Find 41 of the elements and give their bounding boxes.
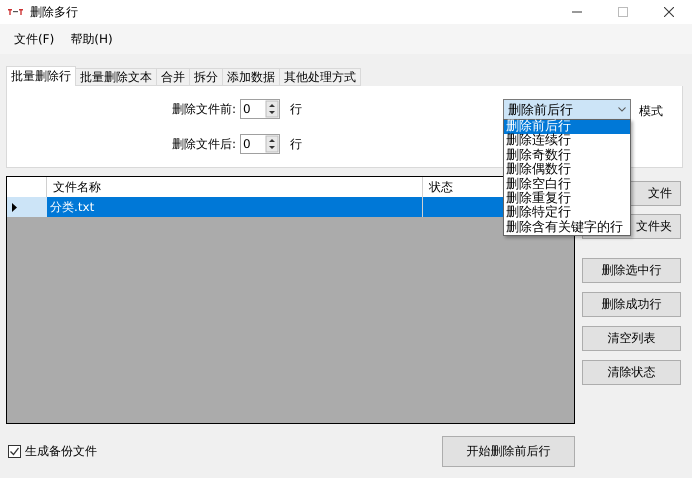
start-button[interactable]: 开始删除前后行 — [442, 436, 575, 467]
row-header-corner — [7, 177, 47, 197]
field-label: 删除文件后: — [170, 136, 236, 152]
close-icon — [664, 7, 674, 17]
side-button[interactable]: 删除成功行 — [582, 292, 681, 317]
number-spinner[interactable]: 0 — [240, 134, 280, 154]
backup-checkbox[interactable]: 生成备份文件 — [8, 443, 97, 460]
tab[interactable]: 合并 — [156, 68, 190, 86]
dropdown-option[interactable]: 删除含有关键字的行 — [504, 220, 630, 236]
tab[interactable]: 批量删除文本 — [75, 68, 157, 86]
dropdown-option[interactable]: 删除重复行 — [504, 192, 630, 206]
field-label: 删除文件前: — [170, 100, 236, 118]
menu-item[interactable]: 帮助(H) — [62, 30, 121, 48]
mode-dropdown[interactable]: 删除前后行 — [503, 99, 631, 120]
app-icon — [8, 7, 24, 17]
current-row-icon — [12, 202, 17, 212]
number-spinner[interactable]: 0 — [240, 99, 280, 119]
unit-label: 行 — [290, 136, 302, 152]
side-button[interactable]: 清除状态 — [582, 360, 681, 385]
table-cell: 分类.txt — [47, 197, 423, 217]
side-button[interactable]: 清空列表 — [582, 326, 681, 351]
window-title: 删除多行 — [30, 4, 78, 20]
unit-label: 行 — [290, 100, 302, 118]
chevron-icon — [618, 107, 626, 112]
side-button[interactable]: 删除选中行 — [582, 258, 681, 283]
dropdown-option[interactable]: 删除空白行 — [504, 178, 630, 192]
dropdown-option[interactable]: 删除前后行 — [504, 120, 630, 134]
checkmark-icon — [9, 446, 20, 457]
row-header[interactable] — [7, 197, 47, 217]
dropdown-option[interactable]: 删除连续行 — [504, 134, 630, 149]
tab[interactable]: 添加数据 — [222, 68, 280, 86]
maximize-icon — [618, 7, 628, 17]
tab[interactable]: 拆分 — [189, 68, 223, 86]
dropdown-option[interactable]: 删除偶数行 — [504, 163, 630, 178]
tab[interactable]: 批量删除行 — [6, 66, 76, 86]
dropdown-option[interactable]: 删除奇数行 — [504, 148, 630, 164]
mode-label: 模式 — [639, 103, 663, 120]
menu-item[interactable]: 文件(F) — [6, 30, 62, 48]
tab[interactable]: 其他处理方式 — [279, 68, 361, 86]
dropdown-option[interactable]: 删除特定行 — [504, 206, 630, 221]
column-header[interactable]: 文件名称 — [47, 177, 423, 197]
